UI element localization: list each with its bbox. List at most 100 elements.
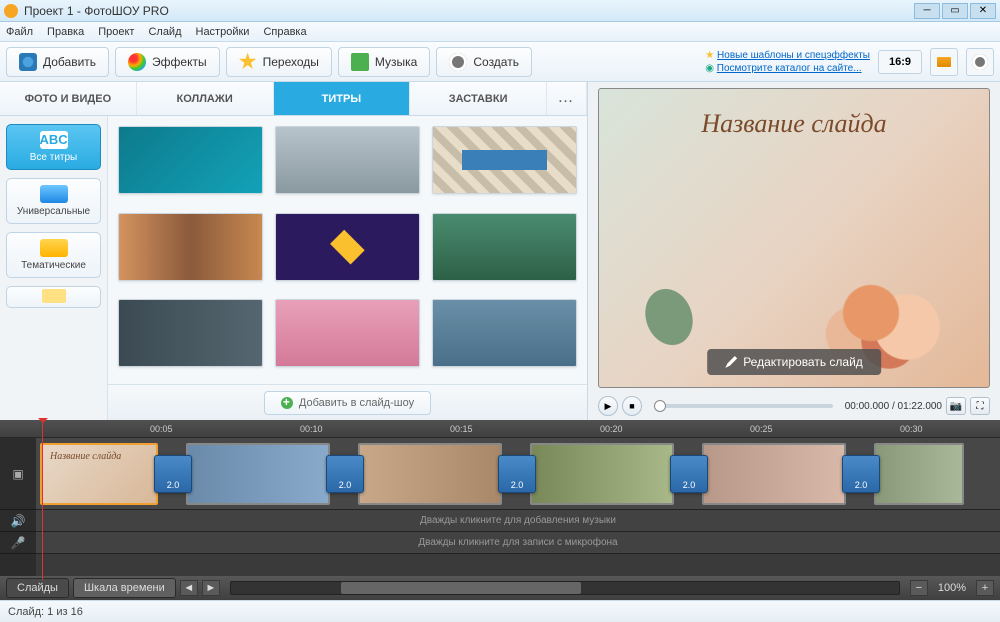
slide-title-text: Название слайда xyxy=(701,109,886,139)
playhead[interactable] xyxy=(42,420,43,580)
category-universal[interactable]: Универсальные xyxy=(6,178,101,224)
timeline-clip[interactable] xyxy=(702,443,846,505)
seek-handle[interactable] xyxy=(654,400,666,412)
display-icon xyxy=(937,57,951,67)
seek-bar[interactable] xyxy=(654,404,833,408)
transition-marker[interactable]: 2.0 xyxy=(498,455,536,493)
promo-catalog-link[interactable]: Посмотрите каталог на сайте... xyxy=(717,63,862,74)
gift-icon xyxy=(40,239,68,257)
main-toolbar: Добавить Эффекты Переходы Музыка Создать… xyxy=(0,42,1000,82)
create-button[interactable]: Создать xyxy=(436,47,532,77)
display-mode-button[interactable] xyxy=(930,48,958,76)
title-thumb[interactable] xyxy=(118,299,263,367)
music-button[interactable]: Музыка xyxy=(338,47,430,77)
timeline-clip[interactable] xyxy=(186,443,330,505)
timeline: 00:05 00:10 00:15 00:20 00:25 00:30 ▣ 🔊 … xyxy=(0,420,1000,600)
status-text: Слайд: 1 из 16 xyxy=(8,606,83,618)
menu-edit[interactable]: Правка xyxy=(47,26,84,38)
timeline-clip[interactable]: Название слайда xyxy=(40,443,158,505)
library-tabs: ФОТО И ВИДЕО КОЛЛАЖИ ТИТРЫ ЗАСТАВКИ ... xyxy=(0,82,587,116)
menu-settings[interactable]: Настройки xyxy=(196,26,250,38)
tab-more[interactable]: ... xyxy=(547,82,587,115)
zoom-out-button[interactable]: − xyxy=(910,580,928,596)
add-button[interactable]: Добавить xyxy=(6,47,109,77)
scroll-right-button[interactable]: ► xyxy=(202,580,220,596)
promo-templates-link[interactable]: Новые шаблоны и спецэффекты xyxy=(717,50,870,61)
menu-help[interactable]: Справка xyxy=(263,26,306,38)
palette-icon xyxy=(128,53,146,71)
horizontal-scrollbar[interactable] xyxy=(230,581,900,595)
close-button[interactable]: ✕ xyxy=(970,3,996,19)
aspect-ratio-button[interactable]: 16:9 xyxy=(878,50,922,74)
card-icon xyxy=(42,289,66,303)
pencil-icon xyxy=(725,356,737,368)
video-track[interactable]: Название слайда 2.0 2.0 2.0 2.0 2.0 xyxy=(36,438,1000,510)
gear-icon xyxy=(972,54,988,70)
transition-marker[interactable]: 2.0 xyxy=(154,455,192,493)
category-all-titles[interactable]: ABC Все титры xyxy=(6,124,101,170)
fullscreen-button[interactable]: ⛶ xyxy=(970,397,990,415)
menu-project[interactable]: Проект xyxy=(98,26,134,38)
tab-photo-video[interactable]: ФОТО И ВИДЕО xyxy=(0,82,137,115)
video-track-icon[interactable]: ▣ xyxy=(0,438,36,510)
minimize-button[interactable]: ─ xyxy=(914,3,940,19)
timeline-clip[interactable] xyxy=(358,443,502,505)
title-thumb[interactable] xyxy=(432,213,577,281)
audio-track-icon[interactable]: 🔊 xyxy=(0,510,36,532)
stop-button[interactable]: ■ xyxy=(622,396,642,416)
transition-marker[interactable]: 2.0 xyxy=(670,455,708,493)
zoom-in-button[interactable]: + xyxy=(976,580,994,596)
time-display: 00:00.000 / 01:22.000 xyxy=(845,401,942,412)
snapshot-button[interactable]: 📷 xyxy=(946,397,966,415)
tab-intros[interactable]: ЗАСТАВКИ xyxy=(410,82,547,115)
tab-collages[interactable]: КОЛЛАЖИ xyxy=(137,82,274,115)
title-thumb[interactable] xyxy=(275,299,420,367)
category-thematic[interactable]: Тематические xyxy=(6,232,101,278)
audio-track[interactable]: Дважды кликните для добавления музыки xyxy=(36,510,1000,532)
category-extra[interactable] xyxy=(6,286,101,308)
preview-pane: Название слайда Редактировать слайд ▶ ■ … xyxy=(588,82,1000,420)
view-slides-tab[interactable]: Слайды xyxy=(6,578,69,598)
title-thumb[interactable] xyxy=(275,126,420,194)
title-thumb[interactable] xyxy=(432,299,577,367)
tab-titles[interactable]: ТИТРЫ xyxy=(274,82,411,115)
mic-track[interactable]: Дважды кликните для записи с микрофона xyxy=(36,532,1000,554)
menu-file[interactable]: Файл xyxy=(6,26,33,38)
status-bar: Слайд: 1 из 16 xyxy=(0,600,1000,622)
playback-controls: ▶ ■ 00:00.000 / 01:22.000 📷 ⛶ xyxy=(588,392,1000,420)
time-ruler[interactable]: 00:05 00:10 00:15 00:20 00:25 00:30 xyxy=(0,420,1000,438)
transition-marker[interactable]: 2.0 xyxy=(326,455,364,493)
reel-icon xyxy=(449,53,467,71)
scrollbar-thumb[interactable] xyxy=(341,582,581,594)
camera-icon xyxy=(19,53,37,71)
title-thumb[interactable] xyxy=(275,213,420,281)
app-icon xyxy=(4,4,18,18)
view-timeline-tab[interactable]: Шкала времени xyxy=(73,578,176,598)
title-thumb[interactable] xyxy=(118,126,263,194)
add-to-slideshow-button[interactable]: Добавить в слайд-шоу xyxy=(264,391,431,415)
effects-button[interactable]: Эффекты xyxy=(115,47,220,77)
transition-marker[interactable]: 2.0 xyxy=(842,455,880,493)
transitions-button[interactable]: Переходы xyxy=(226,47,332,77)
settings-button[interactable] xyxy=(966,48,994,76)
scroll-left-button[interactable]: ◄ xyxy=(180,580,198,596)
preview-viewport[interactable]: Название слайда Редактировать слайд xyxy=(598,88,990,388)
star-icon xyxy=(239,53,257,71)
plus-icon xyxy=(281,397,293,409)
title-thumb[interactable] xyxy=(118,213,263,281)
mic-track-icon[interactable]: 🎤 xyxy=(0,532,36,554)
music-icon xyxy=(351,53,369,71)
menu-slide[interactable]: Слайд xyxy=(148,26,181,38)
zoom-level: 100% xyxy=(932,582,972,594)
abc-icon: ABC xyxy=(40,131,68,149)
title-thumb[interactable] xyxy=(432,126,577,194)
timeline-clip[interactable] xyxy=(874,443,964,505)
play-button[interactable]: ▶ xyxy=(598,396,618,416)
window-title: Проект 1 - ФотоШОУ PRO xyxy=(24,4,914,18)
edit-slide-button[interactable]: Редактировать слайд xyxy=(707,349,881,375)
globe-icon: ◉ xyxy=(705,63,714,74)
timeline-clip[interactable] xyxy=(530,443,674,505)
title-bar: Проект 1 - ФотоШОУ PRO ─ ▭ ✕ xyxy=(0,0,1000,22)
maximize-button[interactable]: ▭ xyxy=(942,3,968,19)
category-sidebar: ABC Все титры Универсальные Тематические xyxy=(0,116,108,420)
